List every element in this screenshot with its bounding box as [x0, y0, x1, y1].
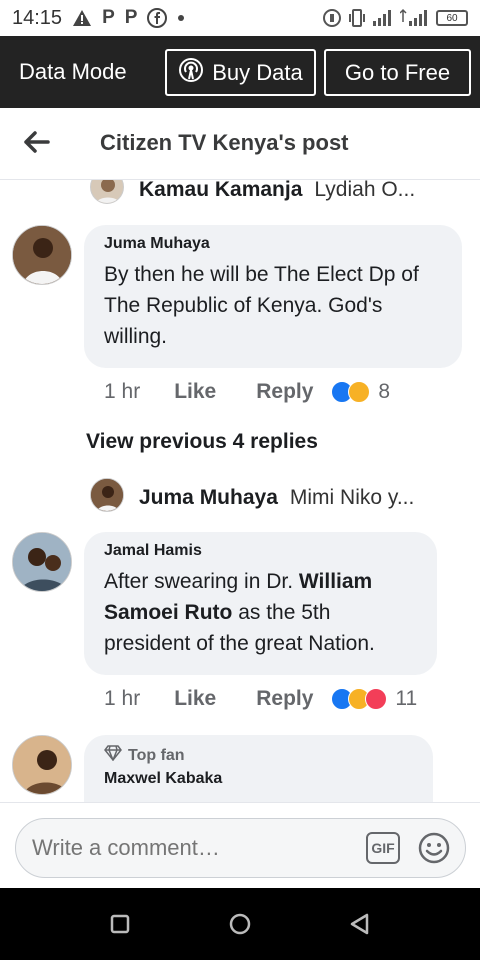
data-saver-icon	[322, 8, 342, 28]
comment-bubble[interactable]: Top fan Maxwel Kabaka	[84, 735, 433, 802]
reply-preview[interactable]: Kamau Kamanja Lydiah O...	[139, 180, 415, 202]
top-fan-label: Top fan	[128, 746, 185, 764]
gif-button[interactable]: GIF	[366, 832, 400, 864]
post-header: Citizen TV Kenya's post	[0, 108, 480, 180]
comment-author[interactable]: Maxwel Kabaka	[104, 770, 413, 788]
avatar[interactable]	[90, 180, 124, 204]
reply-author: Kamau Kamanja	[139, 180, 303, 201]
avatar[interactable]	[90, 478, 124, 512]
comment-author[interactable]: Jamal Hamis	[104, 542, 417, 560]
comment-bubble[interactable]: Juma Muhaya By then he will be The Elect…	[84, 225, 462, 368]
data-mode-label: Data Mode	[19, 59, 127, 84]
battery-icon: 60	[436, 10, 468, 26]
status-left: 14:15 P P	[12, 7, 185, 30]
status-right: 60	[322, 8, 468, 28]
reply-button[interactable]: Reply	[256, 380, 313, 404]
top-fan-badge: Top fan	[104, 745, 413, 766]
view-previous-replies[interactable]: View previous 4 replies	[86, 430, 318, 454]
status-time: 14:15	[12, 6, 63, 29]
buy-data-label: Buy Data	[212, 59, 303, 85]
data-mode-bar: Data Mode Buy Data Go to Free	[0, 36, 480, 108]
comments-feed[interactable]: Kamau Kamanja Lydiah O... Juma Muhaya By…	[0, 180, 480, 802]
back-arrow-icon[interactable]	[22, 128, 50, 156]
back-nav-icon[interactable]	[346, 910, 374, 938]
reply-preview[interactable]: Juma Muhaya Mimi Niko y...	[139, 486, 414, 510]
reply-author: Juma Muhaya	[139, 486, 278, 509]
like-button[interactable]: Like	[174, 380, 216, 404]
p-app-icon: P	[124, 7, 138, 28]
reactions[interactable]	[331, 688, 388, 710]
avatar[interactable]	[12, 532, 72, 592]
status-bar: 14:15 P P 60	[0, 0, 480, 36]
reaction-count: 11	[395, 687, 418, 710]
p-app-icon: P	[102, 7, 115, 28]
comment-actions: 1 hr Like Reply 8	[104, 380, 390, 404]
haha-reaction-icon	[348, 381, 371, 403]
comment-bubble[interactable]: Jamal Hamis After swearing in Dr. Willia…	[84, 532, 437, 675]
buy-data-button[interactable]: Buy Data	[165, 49, 316, 96]
page-title: Citizen TV Kenya's post	[100, 130, 349, 155]
diamond-icon	[104, 745, 122, 766]
broadcast-icon	[178, 57, 204, 89]
signal-icon	[372, 9, 394, 27]
comment-actions: 1 hr Like Reply 11	[104, 687, 417, 711]
comment-text: After swearing in Dr. William Samoei Rut…	[104, 570, 375, 655]
comment-text: By then he will be The Elect Dp of The R…	[104, 263, 419, 348]
like-button[interactable]: Like	[174, 687, 216, 711]
reactions[interactable]	[331, 381, 371, 403]
go-to-free-label: Go to Free	[344, 59, 451, 85]
go-to-free-button[interactable]: Go to Free	[324, 49, 471, 96]
home-icon[interactable]	[226, 910, 254, 938]
avatar[interactable]	[12, 225, 72, 285]
reply-button[interactable]: Reply	[256, 687, 313, 711]
comment-author[interactable]: Juma Muhaya	[104, 235, 442, 253]
comment-composer: GIF	[0, 802, 480, 888]
vibrate-icon	[348, 8, 366, 28]
love-reaction-icon	[365, 688, 388, 710]
reply-snippet: Mimi Niko y...	[289, 486, 415, 509]
warning-icon	[72, 9, 92, 27]
emoji-icon[interactable]	[418, 832, 450, 864]
system-nav-bar	[0, 888, 480, 960]
dot-icon	[177, 14, 185, 22]
avatar[interactable]	[12, 735, 72, 795]
reaction-count: 8	[378, 380, 391, 403]
comment-time: 1 hr	[104, 380, 141, 403]
recent-apps-icon[interactable]	[106, 910, 134, 938]
comment-time: 1 hr	[104, 687, 141, 710]
reply-snippet: Lydiah O...	[314, 180, 416, 201]
signal-icon	[400, 8, 430, 28]
facebook-icon	[147, 8, 168, 28]
